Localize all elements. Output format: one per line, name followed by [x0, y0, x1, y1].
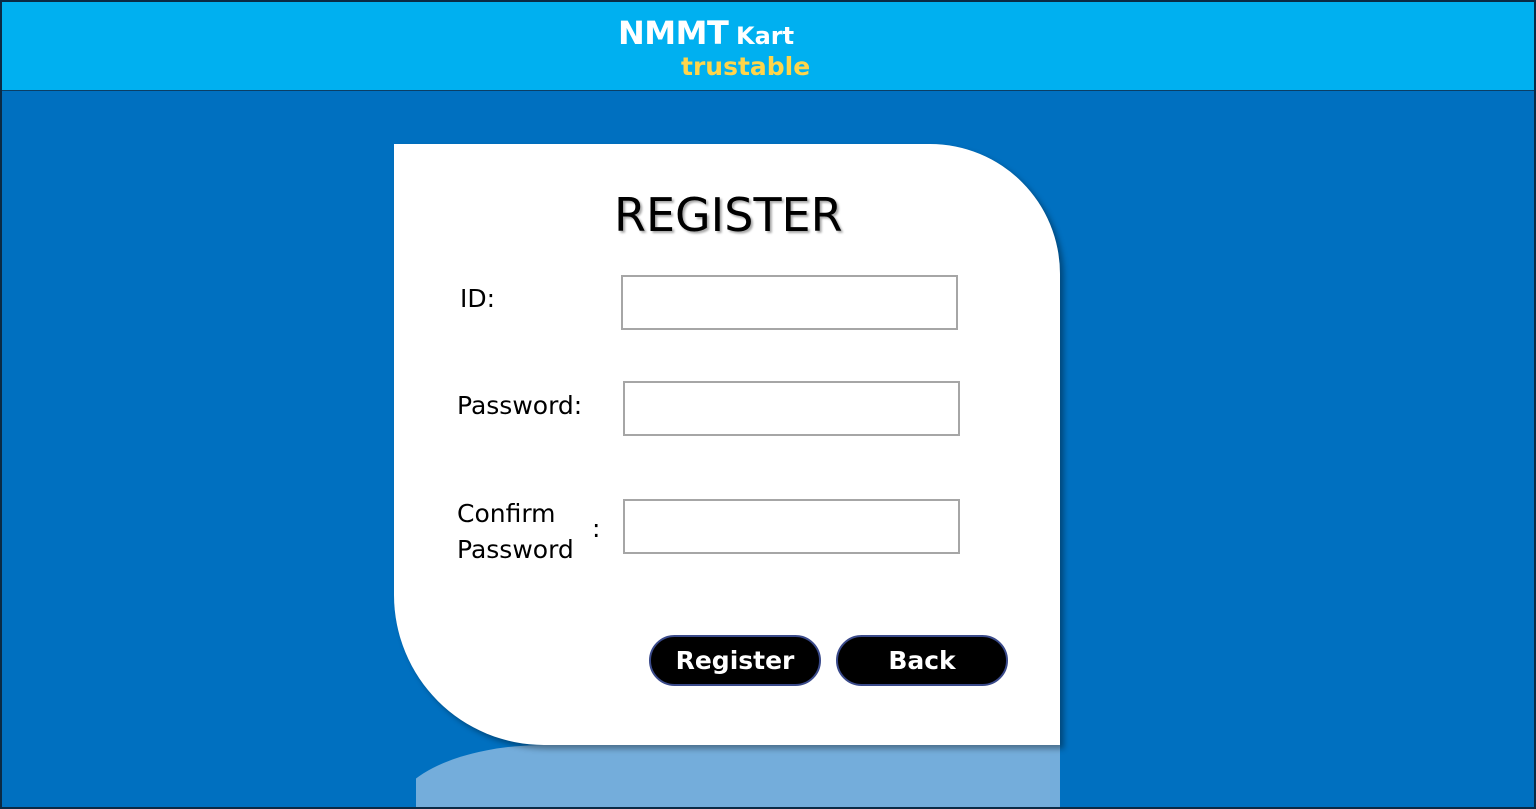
password-label: Password: — [457, 391, 583, 420]
register-button[interactable]: Register — [649, 635, 821, 686]
brand-logo: NMMT Kart trustable — [618, 14, 818, 84]
back-button[interactable]: Back — [836, 635, 1008, 686]
card-reflection — [416, 745, 1060, 809]
confirm-password-field[interactable] — [623, 499, 960, 554]
confirm-password-colon: : — [592, 514, 601, 543]
password-field[interactable] — [623, 381, 960, 436]
register-card: REGISTER ID: Password: Confirm Password … — [394, 144, 1060, 745]
id-label: ID: — [460, 284, 496, 313]
id-field[interactable] — [621, 275, 958, 330]
brand-sub: Kart — [736, 22, 795, 50]
header-bar: NMMT Kart trustable — [0, 0, 1536, 91]
confirm-password-label: Confirm Password — [457, 499, 574, 564]
brand-name: NMMT — [618, 14, 729, 52]
page-title: REGISTER — [614, 188, 843, 242]
brand-tagline: trustable — [681, 52, 811, 81]
